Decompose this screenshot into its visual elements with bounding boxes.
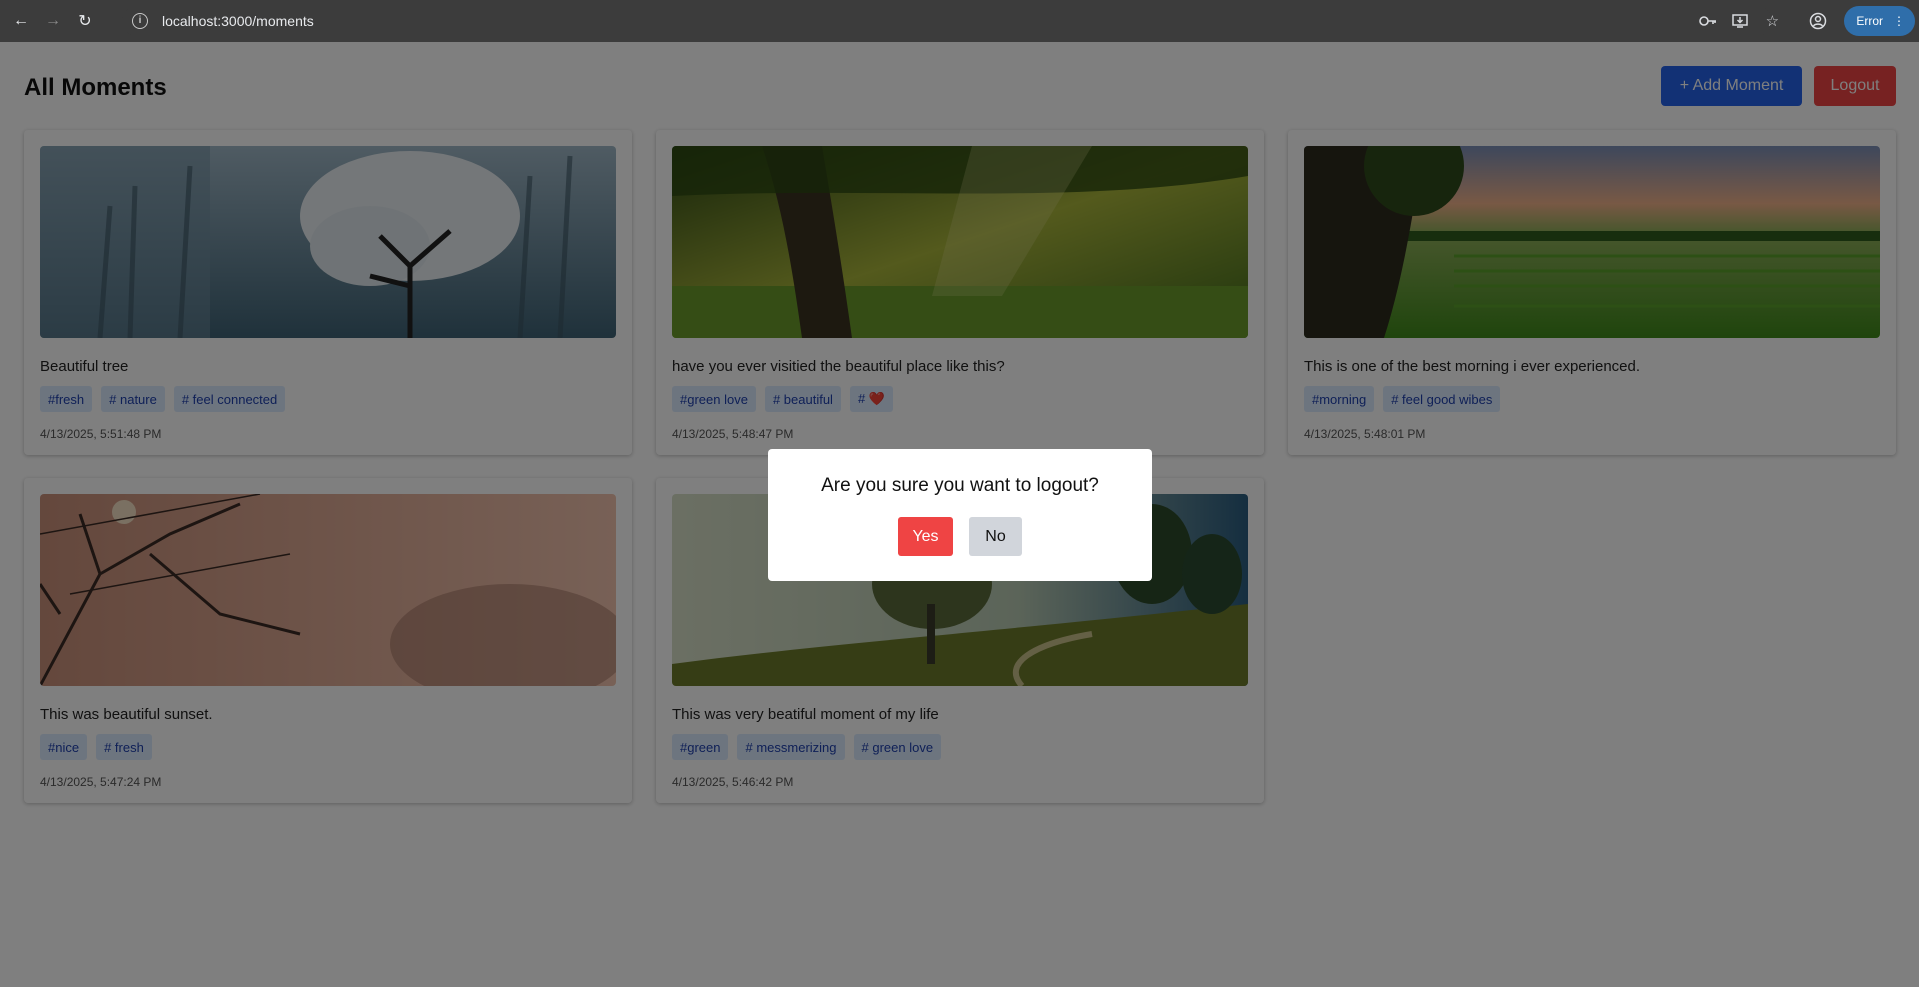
bookmark-star-icon[interactable]: ☆ [1756, 5, 1788, 37]
profile-error-label: Error [1856, 14, 1883, 28]
address-bar[interactable]: i localhost:3000/moments [122, 6, 1772, 36]
back-icon[interactable]: ← [10, 10, 32, 32]
account-icon[interactable] [1802, 5, 1834, 37]
password-key-icon[interactable] [1692, 5, 1724, 37]
menu-kebab-icon: ⋮ [1893, 14, 1905, 28]
dialog-message: Are you sure you want to logout? [821, 475, 1099, 496]
profile-error-button[interactable]: Error ⋮ [1844, 6, 1915, 36]
install-app-icon[interactable] [1724, 5, 1756, 37]
confirm-yes-button[interactable]: Yes [898, 517, 953, 556]
browser-toolbar: ← → ↻ i localhost:3000/moments ☆ Error ⋮ [0, 0, 1919, 42]
logout-confirm-dialog: Are you sure you want to logout? Yes No [768, 449, 1152, 581]
confirm-no-button[interactable]: No [969, 517, 1022, 556]
site-info-icon[interactable]: i [132, 13, 148, 29]
url-text: localhost:3000/moments [162, 13, 314, 29]
reload-icon[interactable]: ↻ [74, 10, 96, 32]
forward-icon[interactable]: → [42, 10, 64, 32]
